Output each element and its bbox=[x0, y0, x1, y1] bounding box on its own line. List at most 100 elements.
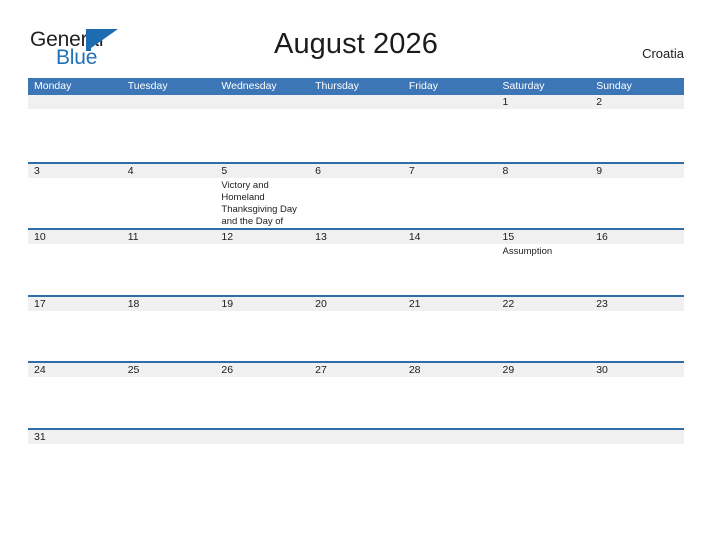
day-number: 13 bbox=[315, 231, 327, 243]
calendar-day-cell-empty[interactable] bbox=[496, 429, 591, 495]
calendar-day-cell[interactable]: 17 bbox=[28, 296, 122, 362]
calendar-day-cell[interactable]: 14 bbox=[402, 230, 497, 295]
day-number: 10 bbox=[34, 231, 46, 243]
calendar-weeks: 1 2 3 4 5 Victory and Homeland Thanksgiving D… bbox=[28, 95, 684, 494]
calendar-day-cell[interactable]: 20 bbox=[309, 296, 403, 362]
calendar-day-cell[interactable]: 10 bbox=[28, 230, 122, 295]
calendar-day-cell[interactable]: 16 bbox=[590, 230, 684, 295]
calendar-day-cell[interactable]: 27 bbox=[309, 363, 403, 428]
date-strip: 14 bbox=[402, 230, 497, 244]
calendar-day-cell[interactable]: 8 bbox=[496, 163, 591, 229]
day-number: 4 bbox=[127, 164, 134, 177]
day-number: 15 bbox=[502, 231, 515, 243]
calendar-day-cell-empty[interactable] bbox=[402, 429, 497, 495]
dow-wednesday: Wednesday bbox=[221, 80, 277, 92]
calendar-day-cell-empty[interactable] bbox=[28, 95, 122, 162]
dow-thursday: Thursday bbox=[315, 80, 359, 92]
calendar-day-cell[interactable]: 13 bbox=[309, 230, 403, 295]
calendar-page: General Blue August 2026 Croatia Monday … bbox=[0, 0, 712, 550]
page-header: General Blue August 2026 Croatia bbox=[0, 0, 712, 78]
calendar-day-cell-empty[interactable] bbox=[121, 95, 216, 162]
calendar-day-cell[interactable]: 24 bbox=[28, 363, 122, 428]
calendar-day-cell[interactable]: 9 bbox=[590, 163, 684, 229]
day-number: 26 bbox=[221, 364, 234, 376]
calendar-day-cell[interactable]: 11 bbox=[121, 230, 216, 295]
day-number: 2 bbox=[596, 96, 603, 108]
date-strip: 23 bbox=[590, 296, 684, 311]
date-strip: 12 bbox=[215, 230, 310, 244]
date-strip: 16 bbox=[590, 230, 684, 244]
calendar-day-cell[interactable]: 12 bbox=[215, 230, 310, 295]
date-strip bbox=[402, 429, 497, 444]
calendar-day-cell-empty[interactable] bbox=[309, 429, 403, 495]
day-number: 31 bbox=[34, 430, 46, 443]
date-strip: 5 bbox=[215, 163, 310, 178]
day-number: 5 bbox=[221, 164, 228, 177]
calendar-day-cell[interactable]: 31 bbox=[28, 429, 122, 495]
day-number: 1 bbox=[502, 96, 509, 108]
calendar-day-cell[interactable]: 6 bbox=[309, 163, 403, 229]
calendar-day-cell[interactable]: 15 Assumption bbox=[496, 230, 591, 295]
calendar-day-cell[interactable]: 7 bbox=[402, 163, 497, 229]
calendar-day-cell[interactable]: 18 bbox=[121, 296, 216, 362]
date-strip: 19 bbox=[215, 296, 310, 311]
calendar-day-cell[interactable]: 28 bbox=[402, 363, 497, 428]
calendar-week-row: 3 4 5 Victory and Homeland Thanksgiving Day… bbox=[28, 161, 684, 229]
calendar-day-cell[interactable]: 2 bbox=[590, 95, 684, 162]
date-strip: 2 bbox=[590, 95, 684, 109]
holiday-event: Victory and Homeland Thanksgiving Day an… bbox=[221, 179, 297, 228]
date-strip: 25 bbox=[121, 363, 216, 377]
date-strip: 3 bbox=[28, 163, 122, 178]
date-strip bbox=[309, 95, 403, 109]
date-strip: 6 bbox=[309, 163, 403, 178]
date-strip: 27 bbox=[309, 363, 403, 377]
date-strip: 18 bbox=[121, 296, 216, 311]
date-strip: 15 bbox=[496, 230, 591, 244]
dow-friday: Friday bbox=[408, 80, 438, 92]
calendar-day-cell[interactable]: 1 bbox=[496, 95, 591, 162]
date-strip bbox=[215, 429, 310, 444]
dow-monday: Monday bbox=[34, 80, 72, 92]
day-of-week-header: Monday Tuesday Wednesday Thursday Friday… bbox=[28, 78, 684, 95]
calendar-day-cell-empty[interactable] bbox=[590, 429, 684, 495]
date-strip: 29 bbox=[496, 363, 591, 377]
calendar-day-cell-empty[interactable] bbox=[121, 429, 216, 495]
calendar-day-cell-empty[interactable] bbox=[215, 95, 310, 162]
date-strip bbox=[28, 95, 122, 109]
calendar-day-cell[interactable]: 25 bbox=[121, 363, 216, 428]
calendar-day-cell-empty[interactable] bbox=[215, 429, 310, 495]
date-strip: 7 bbox=[402, 163, 497, 178]
calendar-day-cell[interactable]: 5 Victory and Homeland Thanksgiving Day a… bbox=[215, 163, 310, 229]
day-number: 14 bbox=[408, 231, 421, 243]
day-number: 28 bbox=[408, 364, 421, 376]
calendar-day-cell[interactable]: 29 bbox=[496, 363, 591, 428]
day-events: Victory and Homeland Thanksgiving Day an… bbox=[215, 178, 309, 229]
calendar-week-row: 12 bbox=[28, 95, 684, 162]
date-strip bbox=[309, 429, 403, 444]
day-number: 21 bbox=[408, 297, 421, 310]
calendar-week-row: 31 bbox=[28, 427, 684, 495]
date-strip: 4 bbox=[121, 163, 216, 178]
date-strip bbox=[590, 429, 684, 444]
date-strip: 17 bbox=[28, 296, 122, 311]
day-number: 19 bbox=[221, 297, 234, 310]
dow-saturday: Saturday bbox=[502, 80, 545, 92]
calendar-day-cell-empty[interactable] bbox=[309, 95, 403, 162]
calendar-day-cell[interactable]: 3 bbox=[28, 163, 122, 229]
calendar-day-cell[interactable]: 4 bbox=[121, 163, 216, 229]
calendar-day-cell[interactable]: 21 bbox=[402, 296, 497, 362]
date-strip bbox=[402, 95, 497, 109]
day-number: 29 bbox=[502, 364, 515, 376]
dow-tuesday: Tuesday bbox=[127, 80, 168, 92]
day-number: 27 bbox=[315, 364, 327, 376]
day-number: 3 bbox=[34, 164, 40, 177]
calendar-day-cell[interactable]: 19 bbox=[215, 296, 310, 362]
calendar-day-cell[interactable]: 26 bbox=[215, 363, 310, 428]
calendar-day-cell[interactable]: 22 bbox=[496, 296, 591, 362]
calendar-day-cell[interactable]: 23 bbox=[590, 296, 684, 362]
calendar-day-cell-empty[interactable] bbox=[402, 95, 497, 162]
date-strip bbox=[215, 95, 310, 109]
date-strip: 30 bbox=[590, 363, 684, 377]
calendar-day-cell[interactable]: 30 bbox=[590, 363, 684, 428]
date-strip: 10 bbox=[28, 230, 122, 244]
